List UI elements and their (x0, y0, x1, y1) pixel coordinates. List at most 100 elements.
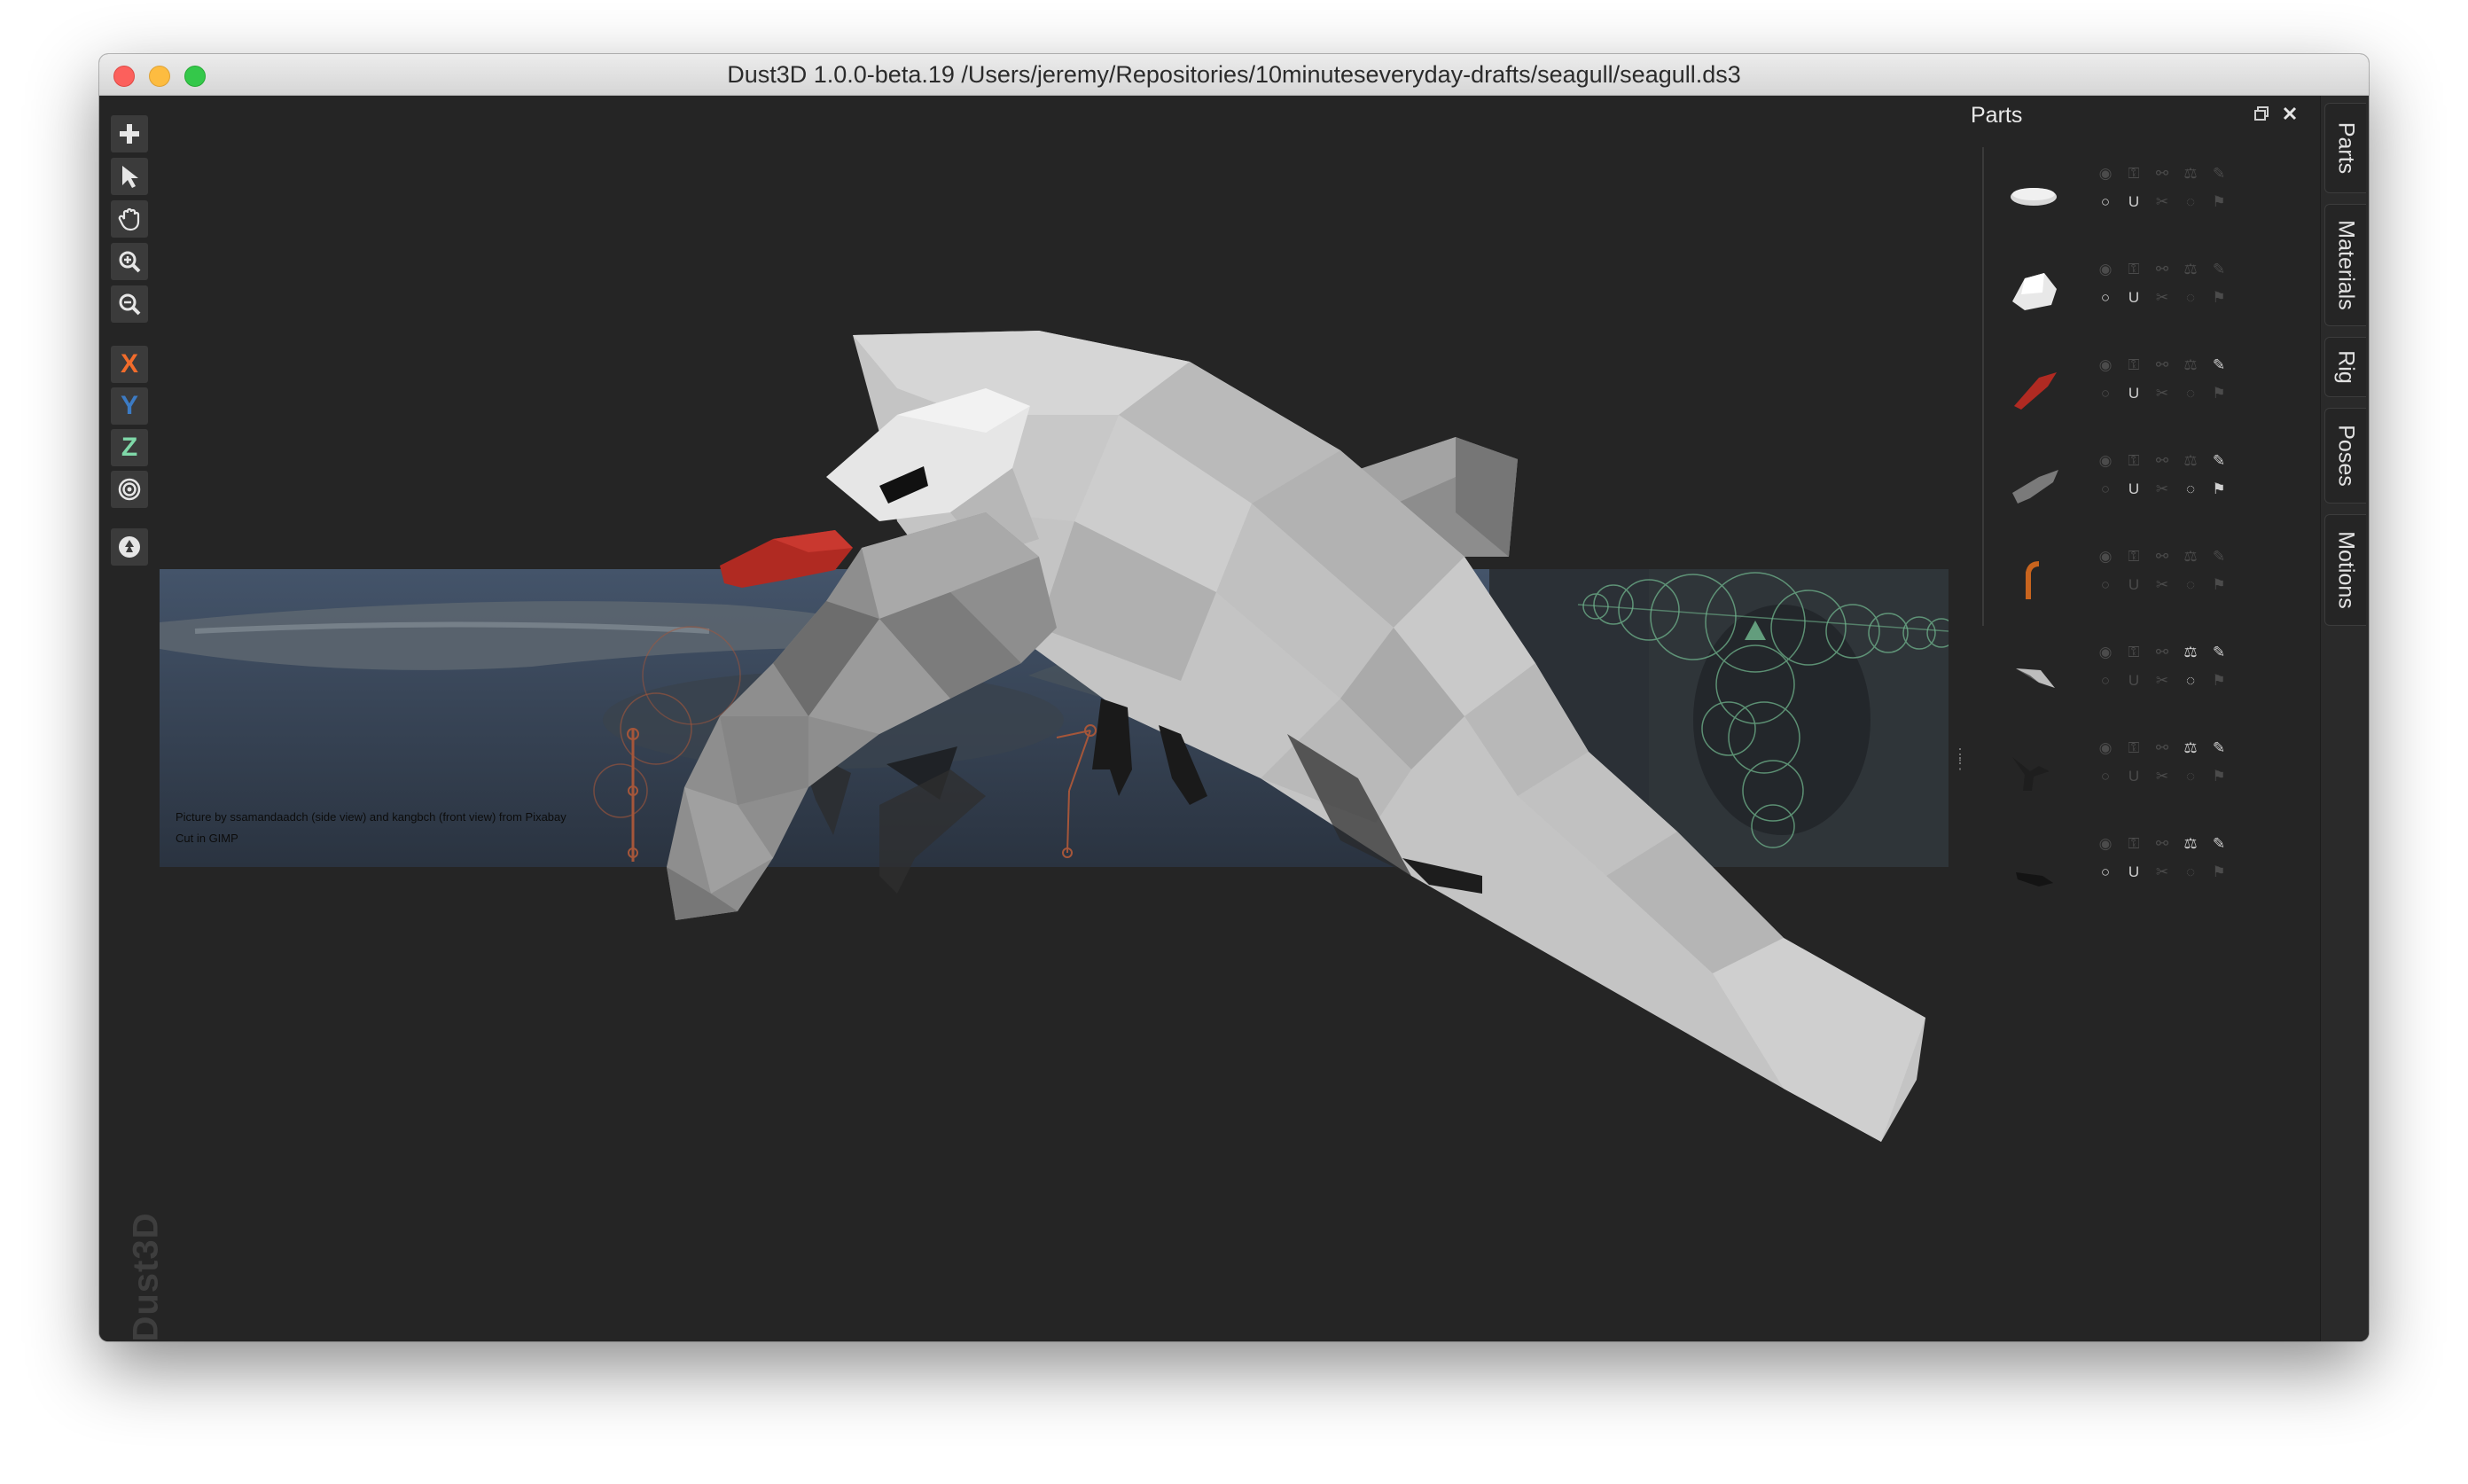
x-mirror-icon[interactable]: ⚖ (2182, 548, 2199, 566)
z-axis-lock-button[interactable]: Z (111, 429, 148, 466)
tab-rig[interactable]: Rig (2324, 337, 2366, 397)
subdivide-icon[interactable]: ○ (2097, 768, 2114, 785)
subdivide-icon[interactable]: ○ (2097, 289, 2114, 307)
subdivide-icon[interactable]: ○ (2097, 193, 2114, 211)
eye-icon[interactable]: ◉ (2097, 739, 2114, 757)
part-row[interactable]: ◉ ⚿ ⚯ ⚖ ✎ ○ U ✂ ◌ ⚑ (1986, 445, 2278, 534)
x-mirror-icon[interactable]: ⚖ (2182, 739, 2199, 757)
rotate-icon[interactable]: ◌ (2182, 576, 2199, 594)
undock-panel-button[interactable] (2252, 105, 2271, 124)
drag-tool-button[interactable] (111, 200, 148, 238)
subdivide-icon[interactable]: ○ (2097, 672, 2114, 690)
cut-icon[interactable]: ✂ (2153, 672, 2171, 690)
deform-icon[interactable]: ⚑ (2210, 672, 2228, 690)
color-picker-icon[interactable]: ✎ (2210, 739, 2228, 757)
zoom-in-tool-button[interactable] (111, 243, 148, 280)
part-preview-thumbnail[interactable] (2003, 553, 2066, 606)
color-picker-icon[interactable]: ✎ (2210, 452, 2228, 470)
color-picker-icon[interactable]: ✎ (2210, 356, 2228, 374)
subdivide-icon[interactable]: ○ (2097, 480, 2114, 498)
lock-icon[interactable]: ⚿ (2125, 835, 2143, 853)
zoom-out-tool-button[interactable] (111, 285, 148, 323)
lock-icon[interactable]: ⚿ (2125, 739, 2143, 757)
rotate-icon[interactable]: ◌ (2182, 480, 2199, 498)
rotate-icon[interactable]: ◌ (2182, 289, 2199, 307)
color-picker-icon[interactable]: ✎ (2210, 835, 2228, 853)
deform-icon[interactable]: ⚑ (2210, 576, 2228, 594)
part-preview-thumbnail[interactable] (2003, 457, 2066, 511)
subdivide-icon[interactable]: ○ (2097, 385, 2114, 402)
lock-icon[interactable]: ⚿ (2125, 452, 2143, 470)
rotate-icon[interactable]: ◌ (2182, 672, 2199, 690)
lock-icon[interactable]: ⚿ (2125, 165, 2143, 183)
magnet-icon[interactable]: U (2125, 768, 2143, 785)
rotate-icon[interactable]: ◌ (2182, 863, 2199, 881)
part-preview-thumbnail[interactable] (2003, 170, 2066, 223)
link-icon[interactable]: ⚯ (2153, 261, 2171, 278)
part-row[interactable]: ◉ ⚿ ⚯ ⚖ ✎ ○ U ✂ ◌ ⚑ (1986, 732, 2278, 821)
deform-icon[interactable]: ⚑ (2210, 863, 2228, 881)
link-icon[interactable]: ⚯ (2153, 165, 2171, 183)
deform-icon[interactable]: ⚑ (2210, 480, 2228, 498)
close-panel-button[interactable] (2280, 105, 2300, 124)
x-mirror-icon[interactable]: ⚖ (2182, 644, 2199, 661)
link-icon[interactable]: ⚯ (2153, 644, 2171, 661)
magnet-icon[interactable]: U (2125, 480, 2143, 498)
deform-icon[interactable]: ⚑ (2210, 289, 2228, 307)
radius-lock-button[interactable] (111, 471, 148, 508)
lock-icon[interactable]: ⚿ (2125, 356, 2143, 374)
tab-poses[interactable]: Poses (2324, 408, 2366, 504)
cut-icon[interactable]: ✂ (2153, 289, 2171, 307)
panel-resize-handle[interactable]: ⋮ ⋮ (1952, 746, 1968, 785)
magnet-icon[interactable]: U (2125, 385, 2143, 402)
subdivide-icon[interactable]: ○ (2097, 863, 2114, 881)
link-icon[interactable]: ⚯ (2153, 739, 2171, 757)
eye-icon[interactable]: ◉ (2097, 356, 2114, 374)
x-axis-lock-button[interactable]: X (111, 346, 148, 383)
part-preview-thumbnail[interactable] (2003, 362, 2066, 415)
eye-icon[interactable]: ◉ (2097, 165, 2114, 183)
lock-icon[interactable]: ⚿ (2125, 644, 2143, 661)
link-icon[interactable]: ⚯ (2153, 356, 2171, 374)
x-mirror-icon[interactable]: ⚖ (2182, 261, 2199, 278)
eye-icon[interactable]: ◉ (2097, 261, 2114, 278)
magnet-icon[interactable]: U (2125, 193, 2143, 211)
3d-viewport[interactable]: Picture by ssamandaadch (side view) and … (99, 96, 2369, 1341)
color-picker-icon[interactable]: ✎ (2210, 261, 2228, 278)
link-icon[interactable]: ⚯ (2153, 452, 2171, 470)
rotate-icon[interactable]: ◌ (2182, 385, 2199, 402)
magnet-icon[interactable]: U (2125, 576, 2143, 594)
part-row[interactable]: ◉ ⚿ ⚯ ⚖ ✎ ○ U ✂ ◌ ⚑ (1986, 254, 2278, 342)
eye-icon[interactable]: ◉ (2097, 644, 2114, 661)
part-row[interactable]: ◉ ⚿ ⚯ ⚖ ✎ ○ U ✂ ◌ ⚑ (1986, 349, 2278, 438)
cut-icon[interactable]: ✂ (2153, 385, 2171, 402)
x-mirror-icon[interactable]: ⚖ (2182, 356, 2199, 374)
color-picker-icon[interactable]: ✎ (2210, 165, 2228, 183)
magnet-icon[interactable]: U (2125, 289, 2143, 307)
deform-icon[interactable]: ⚑ (2210, 193, 2228, 211)
cut-icon[interactable]: ✂ (2153, 193, 2171, 211)
part-row[interactable]: ◉ ⚿ ⚯ ⚖ ✎ ○ U ✂ ◌ ⚑ (1986, 828, 2278, 917)
magnet-icon[interactable]: U (2125, 863, 2143, 881)
tab-motions[interactable]: Motions (2324, 514, 2366, 626)
rotate-icon[interactable]: ◌ (2182, 193, 2199, 211)
cut-icon[interactable]: ✂ (2153, 576, 2171, 594)
add-tool-button[interactable] (111, 115, 148, 152)
x-mirror-icon[interactable]: ⚖ (2182, 452, 2199, 470)
eye-icon[interactable]: ◉ (2097, 835, 2114, 853)
link-icon[interactable]: ⚯ (2153, 835, 2171, 853)
lock-icon[interactable]: ⚿ (2125, 261, 2143, 278)
select-tool-button[interactable] (111, 158, 148, 195)
part-preview-thumbnail[interactable] (2003, 649, 2066, 702)
cut-icon[interactable]: ✂ (2153, 480, 2171, 498)
tab-parts[interactable]: Parts (2324, 103, 2366, 193)
color-picker-icon[interactable]: ✎ (2210, 644, 2228, 661)
part-row[interactable]: ◉ ⚿ ⚯ ⚖ ✎ ○ U ✂ ◌ ⚑ (1986, 158, 2278, 246)
eye-icon[interactable]: ◉ (2097, 452, 2114, 470)
part-preview-thumbnail[interactable] (2003, 745, 2066, 798)
cut-icon[interactable]: ✂ (2153, 863, 2171, 881)
eye-icon[interactable]: ◉ (2097, 548, 2114, 566)
magnet-icon[interactable]: U (2125, 672, 2143, 690)
link-icon[interactable]: ⚯ (2153, 548, 2171, 566)
lock-icon[interactable]: ⚿ (2125, 548, 2143, 566)
